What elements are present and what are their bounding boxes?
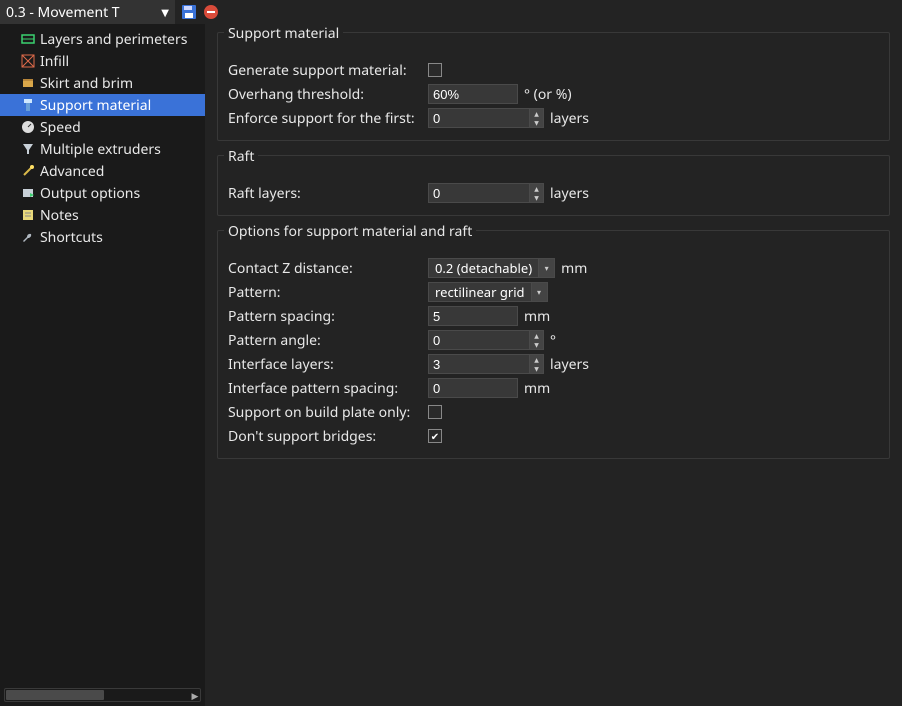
chevron-down-icon: ▾ <box>538 259 554 277</box>
input-interface-spacing[interactable] <box>428 378 518 398</box>
suffix-contact-z: mm <box>561 259 587 278</box>
group-support-material: Support material Generate support materi… <box>217 32 890 141</box>
sidebar-item-wand[interactable]: Advanced <box>0 160 205 182</box>
funnel-icon <box>20 141 36 157</box>
label-plate-only: Support on build plate only: <box>228 403 428 422</box>
label-pattern-angle: Pattern angle: <box>228 331 428 350</box>
group-title: Support material <box>224 24 343 43</box>
label-enforce-support: Enforce support for the first: <box>228 109 428 128</box>
sidebar-item-speed[interactable]: Speed <box>0 116 205 138</box>
content-panel: Support material Generate support materi… <box>205 24 902 706</box>
suffix-enforce: layers <box>550 109 589 128</box>
sidebar-item-layers[interactable]: Layers and perimeters <box>0 28 205 50</box>
checkbox-no-bridges[interactable]: ✔ <box>428 429 442 443</box>
dropdown-contact-z[interactable]: 0.2 (detachable) ▾ <box>428 258 555 278</box>
sidebar-item-notes[interactable]: Notes <box>0 204 205 226</box>
sidebar-item-label: Support material <box>40 96 151 115</box>
group-title: Raft <box>224 147 258 166</box>
save-button[interactable] <box>179 2 199 22</box>
profile-dropdown[interactable]: 0.3 - Movement T ▼ <box>0 0 175 24</box>
suffix-pattern-angle: ° <box>550 331 556 350</box>
suffix-pattern-spacing: mm <box>524 307 550 326</box>
minus-circle-icon <box>203 4 219 20</box>
label-interface-layers: Interface layers: <box>228 355 428 374</box>
sidebar-item-label: Notes <box>40 206 79 225</box>
delete-button[interactable] <box>201 2 221 22</box>
chevron-down-icon: ▼ <box>161 5 169 19</box>
input-pattern-spacing[interactable] <box>428 306 518 326</box>
sidebar-item-funnel[interactable]: Multiple extruders <box>0 138 205 160</box>
suffix-overhang: ° (or %) <box>524 85 572 104</box>
wand-icon <box>20 163 36 179</box>
label-pattern: Pattern: <box>228 283 428 302</box>
label-contact-z: Contact Z distance: <box>228 259 428 278</box>
sidebar-item-label: Speed <box>40 118 81 137</box>
infill-icon <box>20 53 36 69</box>
input-interface-layers[interactable] <box>428 354 530 374</box>
sidebar-item-label: Advanced <box>40 162 104 181</box>
wrench-icon <box>20 229 36 245</box>
spinner-pattern-angle[interactable]: ▲▼ <box>530 330 544 350</box>
sidebar-item-label: Shortcuts <box>40 228 103 247</box>
group-raft: Raft Raft layers: ▲▼ layers <box>217 155 890 216</box>
sidebar-item-label: Skirt and brim <box>40 74 133 93</box>
sidebar-item-skirt[interactable]: Skirt and brim <box>0 72 205 94</box>
spinner-raft-layers[interactable]: ▲▼ <box>530 183 544 203</box>
notes-icon <box>20 207 36 223</box>
suffix-interface-spacing: mm <box>524 379 550 398</box>
label-pattern-spacing: Pattern spacing: <box>228 307 428 326</box>
suffix-raft-layers: layers <box>550 184 589 203</box>
scrollbar-thumb[interactable] <box>6 690 104 700</box>
checkbox-plate-only[interactable] <box>428 405 442 419</box>
sidebar-item-label: Multiple extruders <box>40 140 161 159</box>
sidebar-item-label: Layers and perimeters <box>40 30 187 49</box>
checkbox-generate-support[interactable] <box>428 63 442 77</box>
sidebar-item-output[interactable]: Output options <box>0 182 205 204</box>
output-icon <box>20 185 36 201</box>
sidebar-item-label: Infill <box>40 52 69 71</box>
layers-icon <box>20 31 36 47</box>
floppy-icon <box>181 4 197 20</box>
label-raft-layers: Raft layers: <box>228 184 428 203</box>
spinner-interface-layers[interactable]: ▲▼ <box>530 354 544 374</box>
input-overhang-threshold[interactable] <box>428 84 518 104</box>
label-generate-support: Generate support material: <box>228 61 428 80</box>
support-icon <box>20 97 36 113</box>
label-overhang-threshold: Overhang threshold: <box>228 85 428 104</box>
suffix-interface-layers: layers <box>550 355 589 374</box>
horizontal-scrollbar[interactable]: ◀ ▶ <box>4 688 201 702</box>
sidebar: Layers and perimeters Infill Skirt and bri… <box>0 24 205 706</box>
spinner-enforce[interactable]: ▲▼ <box>530 108 544 128</box>
sidebar-item-label: Output options <box>40 184 140 203</box>
sidebar-item-infill[interactable]: Infill <box>0 50 205 72</box>
group-title: Options for support material and raft <box>224 222 476 241</box>
scroll-right-icon: ▶ <box>189 689 201 701</box>
sidebar-item-support[interactable]: Support material <box>0 94 205 116</box>
skirt-icon <box>20 75 36 91</box>
chevron-down-icon: ▾ <box>531 283 547 301</box>
label-interface-spacing: Interface pattern spacing: <box>228 379 428 398</box>
input-pattern-angle[interactable] <box>428 330 530 350</box>
group-options: Options for support material and raft Co… <box>217 230 890 459</box>
input-raft-layers[interactable] <box>428 183 530 203</box>
sidebar-item-wrench[interactable]: Shortcuts <box>0 226 205 248</box>
label-no-bridges: Don't support bridges: <box>228 427 428 446</box>
speed-icon <box>20 119 36 135</box>
dropdown-pattern[interactable]: rectilinear grid ▾ <box>428 282 548 302</box>
input-enforce-support[interactable] <box>428 108 530 128</box>
profile-name: 0.3 - Movement T <box>6 3 120 22</box>
